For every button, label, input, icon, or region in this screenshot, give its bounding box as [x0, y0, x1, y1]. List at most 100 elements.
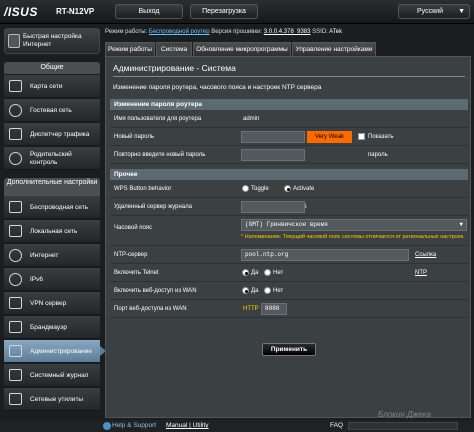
sidebar-item-label: Администрирование — [30, 347, 92, 355]
sidebar-item-wireless[interactable]: Беспроводная сеть — [4, 196, 100, 219]
sidebar-item-traffic-manager[interactable]: Диспетчер трафика — [4, 123, 100, 146]
globe-icon — [9, 249, 22, 262]
footer: Help & Support Manual | Utility FAQ — [0, 420, 474, 432]
language-value: Русский — [417, 8, 443, 15]
sidebar-item-label: Локальная сеть — [30, 227, 78, 235]
sidebar-item-vpn[interactable]: VPN сервер — [4, 292, 100, 315]
new-password-row: Новый пароль Very Weak Показать пароль — [110, 128, 468, 158]
wan-web-row: Включить веб-доступ из WAN Да Нет — [110, 282, 468, 300]
ssid-value: ATek — [329, 29, 343, 35]
tab-operation-mode[interactable]: Режим работы — [105, 42, 155, 56]
wan-web-no-radio[interactable] — [264, 287, 271, 294]
quick-setup-button[interactable]: Быстрая настройка Интернет — [4, 28, 100, 54]
faq-label: FAQ — [330, 422, 344, 429]
language-select[interactable]: Русский ▼ — [398, 4, 470, 19]
username-row: Имя пользователя для роутера admin — [110, 110, 468, 128]
ntp-row: NTP-сервер pool.ntp.org Ссылка NTP — [110, 246, 468, 276]
wps-toggle-radio[interactable] — [242, 185, 249, 192]
manual-label: Manual — [166, 422, 188, 429]
new-password-field[interactable] — [241, 131, 305, 143]
asus-logo: /ISUS — [4, 5, 38, 19]
sidebar-item-firewall[interactable]: Брандмауэр — [4, 316, 100, 339]
sidebar-item-ipv6[interactable]: IPv6 — [4, 268, 100, 291]
wan-web-yes-radio[interactable] — [242, 287, 249, 294]
repeat-password-row: Повторно введите новый пароль — [110, 146, 468, 164]
wps-row: WPS Button behavior Toggle Radio Activat… — [110, 180, 468, 210]
password-group-header: Изменение пароля роутера — [110, 99, 468, 110]
sidebar-item-label: Карта сети — [30, 82, 63, 90]
sidebar-item-network-map[interactable]: Карта сети — [4, 75, 100, 98]
tab-system[interactable]: Система — [156, 42, 192, 56]
ssid-label: SSID: — [312, 29, 328, 35]
wizard-icon — [8, 34, 20, 48]
telnet-no-label: Нет — [273, 270, 284, 276]
show-password-checkbox[interactable] — [358, 133, 365, 140]
logout-button[interactable]: Выход — [115, 4, 183, 19]
wps-activate-radio[interactable] — [284, 185, 291, 192]
telnet-no-radio[interactable] — [264, 269, 271, 276]
repeat-password-field[interactable] — [241, 149, 305, 161]
sidebar-item-network-tools[interactable]: Сетевые утилиты — [4, 388, 100, 411]
manual-link[interactable]: Manual | Utility — [166, 420, 209, 432]
firewall-icon — [9, 321, 22, 333]
wan-web-yes-label: Да — [251, 288, 259, 294]
fw-label: Версия прошивки: — [211, 29, 263, 35]
general-section-title: Общие — [4, 62, 100, 74]
reboot-button[interactable]: Перезагрузка — [190, 4, 258, 19]
chevron-down-icon: ▼ — [458, 8, 465, 15]
sidebar-item-label: Беспроводная сеть — [30, 203, 89, 211]
page-description: Изменение пароля роутера, часового пояса… — [113, 84, 322, 91]
timezone-note: * Напоминание: Текущий часовой пояс сист… — [241, 234, 465, 240]
sidebar-item-label: Сетевые утилиты — [30, 395, 84, 403]
ntp-label: NTP-сервер — [114, 252, 148, 258]
watermark: Блокин Джека — [378, 410, 431, 419]
telnet-yes-radio[interactable] — [242, 269, 249, 276]
telnet-yes-label: Да — [251, 270, 259, 276]
sidebar-item-label: Системный журнал — [30, 371, 89, 379]
wireless-icon — [9, 201, 22, 213]
timezone-row: Часовой пояс (GMT) Гринвичское время ▼ *… — [110, 216, 468, 246]
wan-port-field[interactable]: 8080 — [261, 303, 287, 315]
mode-label: Режим работы: — [105, 29, 148, 35]
faq-search-input[interactable] — [348, 422, 458, 430]
timezone-label: Часовой пояс — [114, 225, 153, 231]
timezone-value: (GMT) Гринвичское время — [245, 221, 328, 228]
help-icon — [103, 422, 111, 430]
username-label: Имя пользователя для роутера — [114, 116, 202, 122]
sidebar-item-label: Родительский контроль — [30, 151, 72, 166]
sidebar-item-lan[interactable]: Локальная сеть — [4, 220, 100, 243]
remote-log-label: Удаленный сервер журнала — [114, 204, 192, 210]
sidebar-item-administration[interactable]: Администрирование — [4, 340, 106, 363]
mode-value-link[interactable]: Беспроводной роутер — [149, 29, 210, 35]
help-support-link[interactable]: Help & Support — [112, 420, 156, 432]
sidebar-item-label: Диспетчер трафика — [30, 130, 90, 138]
apply-button[interactable]: Применить — [262, 343, 316, 356]
telnet-row: Включить Telnet Да Нет — [110, 264, 468, 282]
tab-settings-management[interactable]: Управление настройками — [292, 42, 376, 56]
sidebar: Быстрая настройка Интернет Общие Карта с… — [0, 24, 106, 420]
telnet-label: Включить Telnet — [114, 270, 159, 276]
sidebar-item-guest-network[interactable]: Гостевая сеть — [4, 99, 100, 122]
sidebar-item-label: VPN сервер — [30, 299, 67, 307]
tab-firmware-upgrade[interactable]: Обновление микропрограммы — [193, 42, 291, 56]
network-tools-icon — [9, 393, 22, 405]
vpn-icon — [9, 297, 22, 309]
traffic-manager-icon — [9, 128, 22, 140]
fw-value-link[interactable]: 3.0.0.4.378_9383 — [264, 29, 311, 35]
sidebar-item-syslog[interactable]: Системный журнал — [4, 364, 100, 387]
username-value: admin — [243, 116, 260, 122]
ntp-server-field[interactable]: pool.ntp.org — [241, 249, 409, 261]
remote-log-field[interactable] — [241, 201, 305, 213]
chevron-down-icon: ▼ — [459, 221, 463, 228]
network-map-icon — [9, 80, 22, 92]
timezone-select[interactable]: (GMT) Гринвичское время ▼ — [241, 219, 467, 231]
sidebar-item-label: IPv6 — [30, 275, 44, 283]
quick-setup-label: Быстрая настройка Интернет — [23, 33, 82, 48]
wan-port-row: Порт веб-доступа из WAN HTTP 8080 — [110, 300, 468, 318]
system-panel: Администрирование - Система Изменение па… — [105, 56, 471, 418]
sidebar-item-parental-control[interactable]: Родительский контроль — [4, 147, 100, 170]
status-line: Режим работы: Беспроводной роутер Версия… — [105, 26, 471, 38]
top-bar: /ISUS RT-N12VP Выход Перезагрузка Русски… — [0, 0, 474, 24]
title-divider — [113, 76, 465, 77]
sidebar-item-internet[interactable]: Интернет — [4, 244, 100, 267]
